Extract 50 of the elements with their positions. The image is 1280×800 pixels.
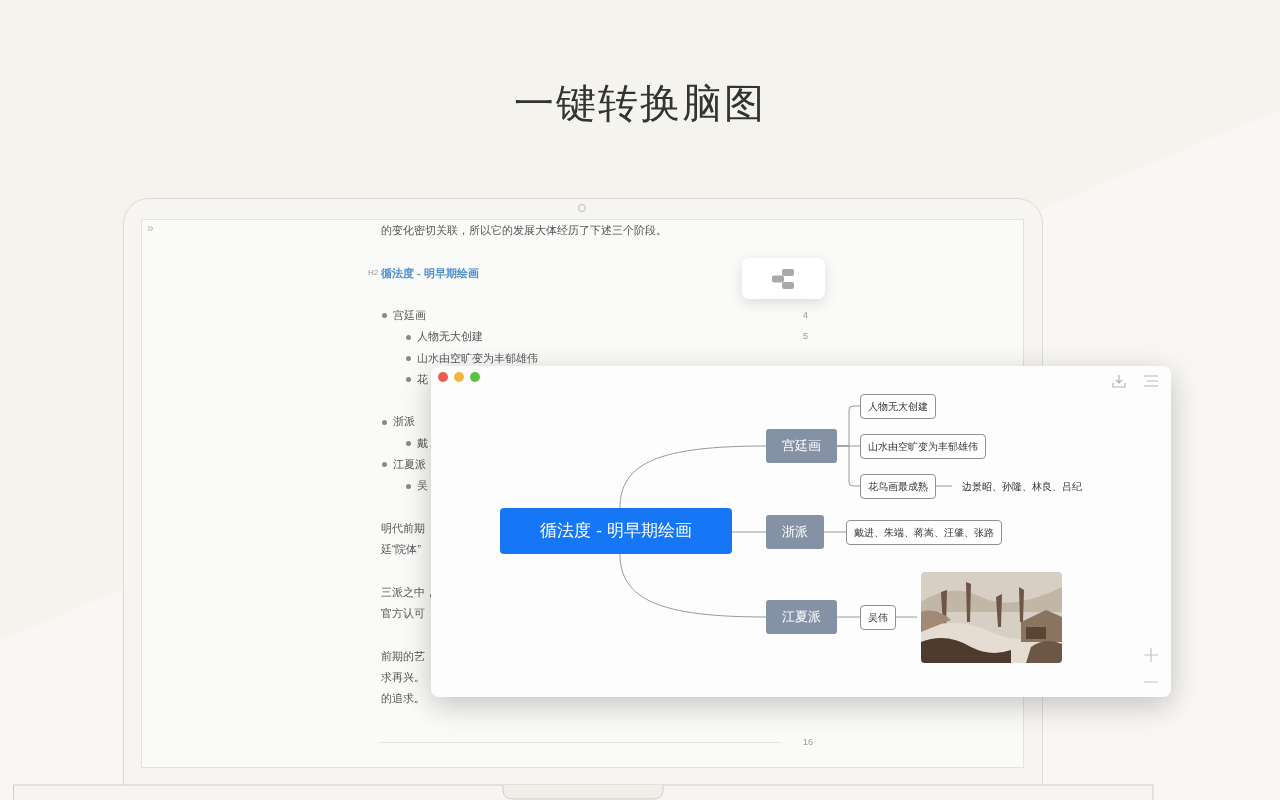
paragraph-line: 的变化密切关联，所以它的发展大体经历了下述三个阶段。 [381, 222, 667, 238]
menu-icon[interactable] [1144, 375, 1158, 387]
heading-level-label: H2 [368, 267, 380, 280]
headline: 一键转换脑图 [513, 80, 767, 127]
connector-line [836, 616, 861, 618]
bullet-icon [406, 334, 411, 340]
bullet-icon [406, 483, 411, 489]
download-icon[interactable] [1112, 374, 1126, 388]
bullet-icon [382, 419, 387, 425]
subtopic[interactable]: 吴伟 [860, 604, 896, 630]
list-item: 江夏派 [393, 457, 426, 473]
heading: 循法度 - 明早期绘画 [381, 266, 479, 281]
line-number: 16 [803, 736, 813, 749]
close-button[interactable] [438, 372, 448, 382]
connector-line [731, 531, 767, 533]
connector-line [935, 485, 953, 487]
maximize-button[interactable] [470, 372, 480, 382]
list-item: 浙派 [393, 414, 415, 430]
mindmap-button[interactable] [742, 258, 825, 299]
line-number: 4 [803, 309, 808, 323]
subtopic[interactable]: 戴进、朱端、蒋嵩、汪肇、张路 [846, 519, 1002, 545]
connector-line [823, 531, 847, 533]
bullet-icon [382, 313, 387, 319]
subtopic[interactable]: 人物无大创建 [860, 393, 936, 419]
list-item: 花 [417, 371, 428, 387]
bullet-icon [406, 355, 411, 361]
paragraph-line: 廷“院体” [381, 542, 421, 558]
list-item: 戴 [417, 435, 428, 451]
paragraph-line: 前期的艺 [381, 648, 425, 664]
line-number: 5 [803, 330, 808, 344]
list-item: 人物无大创建 [417, 329, 483, 345]
paragraph-line: 三派之中， [381, 584, 436, 600]
mindmap-icon [771, 268, 796, 289]
bullet-icon [382, 462, 387, 468]
subtopic[interactable]: 花鸟画最成熟 [860, 473, 936, 499]
list-item: 吴 [417, 478, 428, 494]
zoom-in-icon[interactable] [1144, 648, 1158, 662]
paragraph-line: 的追求。 [381, 691, 425, 707]
minimize-button[interactable] [454, 372, 464, 382]
list-item: 山水由空旷变为丰郁雄伟 [417, 350, 538, 366]
bullet-icon [406, 377, 411, 383]
connector-line [895, 616, 918, 618]
bullet-icon [406, 441, 411, 447]
paragraph-line: 官方认可 [381, 606, 425, 622]
paragraph-line: 求再兴。 [381, 670, 425, 685]
list-item: 宫廷画 [393, 307, 426, 323]
topic-label[interactable]: 边景昭、孙隆、林良、吕纪 [960, 479, 1084, 493]
subtopic[interactable]: 山水由空旷变为丰郁雄伟 [860, 433, 986, 459]
root-topic[interactable]: 循法度 - 明早期绘画 [500, 508, 732, 554]
paragraph-line: 明代前期 [381, 520, 425, 536]
